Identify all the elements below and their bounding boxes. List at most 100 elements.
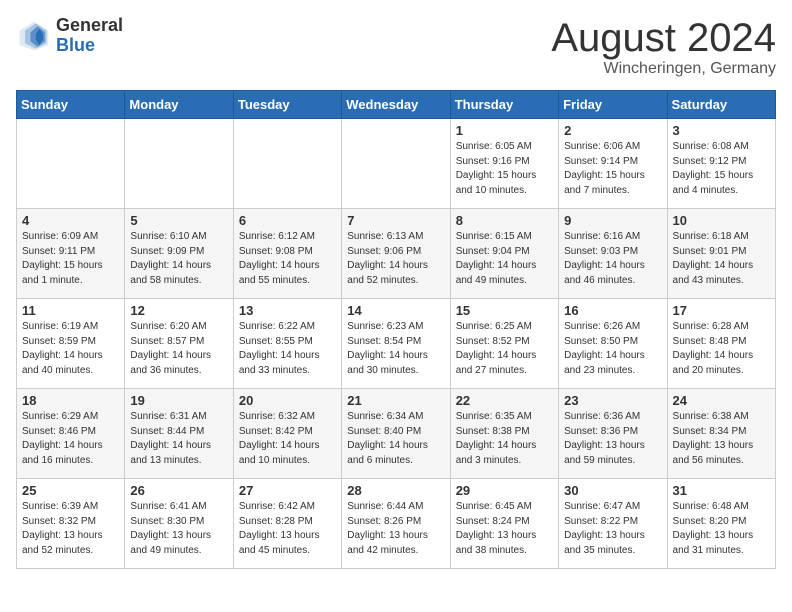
day-info: Sunrise: 6:34 AM Sunset: 8:40 PM Dayligh… — [347, 410, 444, 468]
location-text: Wincheringen, Germany — [551, 60, 776, 78]
calendar-day-cell: 10 Sunrise: 6:18 AM Sunset: 9:01 PM Dayli… — [667, 209, 775, 299]
day-number: 3 — [673, 123, 770, 138]
calendar-week-row: 1 Sunrise: 6:05 AM Sunset: 9:16 PM Daylig… — [17, 119, 776, 209]
day-number: 29 — [456, 483, 553, 498]
day-info: Sunrise: 6:28 AM Sunset: 8:48 PM Dayligh… — [673, 320, 770, 378]
day-number: 30 — [564, 483, 661, 498]
day-number: 14 — [347, 303, 444, 318]
day-number: 5 — [130, 213, 227, 228]
day-info: Sunrise: 6:42 AM Sunset: 8:28 PM Dayligh… — [239, 500, 336, 558]
day-number: 31 — [673, 483, 770, 498]
day-number: 16 — [564, 303, 661, 318]
calendar-day-cell: 31Sunrise: 6:48 AM Sunset: 8:20 PM Dayli… — [667, 479, 775, 569]
day-info: Sunrise: 6:38 AM Sunset: 8:34 PM Dayligh… — [673, 410, 770, 468]
calendar-day-cell: 29 Sunrise: 6:45 AM Sunset: 8:24 PM Dayli… — [450, 479, 558, 569]
day-number: 21 — [347, 393, 444, 408]
weekday-header: Tuesday — [233, 91, 341, 119]
day-number: 15 — [456, 303, 553, 318]
calendar-day-cell: 30 Sunrise: 6:47 AM Sunset: 8:22 PM Dayli… — [559, 479, 667, 569]
day-number: 13 — [239, 303, 336, 318]
day-info: Sunrise: 6:13 AM Sunset: 9:06 PM Dayligh… — [347, 230, 444, 288]
day-info: Sunrise: 6:25 AM Sunset: 8:52 PM Dayligh… — [456, 320, 553, 378]
calendar-day-cell: 24 Sunrise: 6:38 AM Sunset: 8:34 PM Dayli… — [667, 389, 775, 479]
day-info: Sunrise: 6:35 AM Sunset: 8:38 PM Dayligh… — [456, 410, 553, 468]
weekday-header: Monday — [125, 91, 233, 119]
day-info: Sunrise: 6:45 AM Sunset: 8:24 PM Dayligh… — [456, 500, 553, 558]
logo-blue-text: Blue — [56, 36, 123, 56]
calendar-day-cell: 26 Sunrise: 6:41 AM Sunset: 8:30 PM Dayli… — [125, 479, 233, 569]
calendar-day-cell: 16 Sunrise: 6:26 AM Sunset: 8:50 PM Dayli… — [559, 299, 667, 389]
calendar-day-cell — [233, 119, 341, 209]
calendar-day-cell: 13 Sunrise: 6:22 AM Sunset: 8:55 PM Dayli… — [233, 299, 341, 389]
weekday-header: Sunday — [17, 91, 125, 119]
calendar-day-cell: 11 Sunrise: 6:19 AM Sunset: 8:59 PM Dayli… — [17, 299, 125, 389]
day-number: 26 — [130, 483, 227, 498]
calendar-day-cell — [342, 119, 450, 209]
day-info: Sunrise: 6:05 AM Sunset: 9:16 PM Dayligh… — [456, 140, 553, 198]
day-info: Sunrise: 6:12 AM Sunset: 9:08 PM Dayligh… — [239, 230, 336, 288]
calendar-day-cell: 25Sunrise: 6:39 AM Sunset: 8:32 PM Dayli… — [17, 479, 125, 569]
calendar-day-cell: 3 Sunrise: 6:08 AM Sunset: 9:12 PM Daylig… — [667, 119, 775, 209]
day-info: Sunrise: 6:10 AM Sunset: 9:09 PM Dayligh… — [130, 230, 227, 288]
logo-icon — [16, 18, 52, 54]
calendar-day-cell: 20 Sunrise: 6:32 AM Sunset: 8:42 PM Dayli… — [233, 389, 341, 479]
day-number: 24 — [673, 393, 770, 408]
day-number: 20 — [239, 393, 336, 408]
day-number: 6 — [239, 213, 336, 228]
logo-general-text: General — [56, 16, 123, 36]
calendar-day-cell: 7Sunrise: 6:13 AM Sunset: 9:06 PM Daylig… — [342, 209, 450, 299]
day-info: Sunrise: 6:29 AM Sunset: 8:46 PM Dayligh… — [22, 410, 119, 468]
calendar-day-cell: 14 Sunrise: 6:23 AM Sunset: 8:54 PM Dayli… — [342, 299, 450, 389]
day-info: Sunrise: 6:22 AM Sunset: 8:55 PM Dayligh… — [239, 320, 336, 378]
calendar-day-cell: 27Sunrise: 6:42 AM Sunset: 8:28 PM Dayli… — [233, 479, 341, 569]
calendar-day-cell: 17 Sunrise: 6:28 AM Sunset: 8:48 PM Dayli… — [667, 299, 775, 389]
calendar-day-cell: 1 Sunrise: 6:05 AM Sunset: 9:16 PM Daylig… — [450, 119, 558, 209]
calendar-day-cell — [125, 119, 233, 209]
weekday-header: Saturday — [667, 91, 775, 119]
calendar-day-cell: 2Sunrise: 6:06 AM Sunset: 9:14 PM Daylig… — [559, 119, 667, 209]
calendar-day-cell: 6 Sunrise: 6:12 AM Sunset: 9:08 PM Daylig… — [233, 209, 341, 299]
day-info: Sunrise: 6:39 AM Sunset: 8:32 PM Dayligh… — [22, 500, 119, 558]
day-info: Sunrise: 6:36 AM Sunset: 8:36 PM Dayligh… — [564, 410, 661, 468]
day-number: 28 — [347, 483, 444, 498]
day-info: Sunrise: 6:18 AM Sunset: 9:01 PM Dayligh… — [673, 230, 770, 288]
calendar-day-cell: 9Sunrise: 6:16 AM Sunset: 9:03 PM Daylig… — [559, 209, 667, 299]
day-info: Sunrise: 6:47 AM Sunset: 8:22 PM Dayligh… — [564, 500, 661, 558]
day-number: 11 — [22, 303, 119, 318]
day-number: 18 — [22, 393, 119, 408]
calendar-week-row: 11 Sunrise: 6:19 AM Sunset: 8:59 PM Dayli… — [17, 299, 776, 389]
calendar-day-cell: 4 Sunrise: 6:09 AM Sunset: 9:11 PM Daylig… — [17, 209, 125, 299]
weekday-header: Friday — [559, 91, 667, 119]
day-info: Sunrise: 6:32 AM Sunset: 8:42 PM Dayligh… — [239, 410, 336, 468]
calendar-day-cell: 18 Sunrise: 6:29 AM Sunset: 8:46 PM Dayli… — [17, 389, 125, 479]
day-info: Sunrise: 6:09 AM Sunset: 9:11 PM Dayligh… — [22, 230, 119, 288]
calendar-day-cell: 21 Sunrise: 6:34 AM Sunset: 8:40 PM Dayli… — [342, 389, 450, 479]
day-number: 19 — [130, 393, 227, 408]
day-number: 10 — [673, 213, 770, 228]
day-number: 8 — [456, 213, 553, 228]
day-number: 1 — [456, 123, 553, 138]
day-info: Sunrise: 6:23 AM Sunset: 8:54 PM Dayligh… — [347, 320, 444, 378]
calendar-week-row: 18 Sunrise: 6:29 AM Sunset: 8:46 PM Dayli… — [17, 389, 776, 479]
day-info: Sunrise: 6:41 AM Sunset: 8:30 PM Dayligh… — [130, 500, 227, 558]
day-info: Sunrise: 6:26 AM Sunset: 8:50 PM Dayligh… — [564, 320, 661, 378]
calendar-day-cell: 15 Sunrise: 6:25 AM Sunset: 8:52 PM Dayli… — [450, 299, 558, 389]
page-header: General Blue August 2024 Wincheringen, G… — [16, 16, 776, 78]
day-info: Sunrise: 6:19 AM Sunset: 8:59 PM Dayligh… — [22, 320, 119, 378]
weekday-header: Thursday — [450, 91, 558, 119]
calendar-day-cell: 23 Sunrise: 6:36 AM Sunset: 8:36 PM Dayli… — [559, 389, 667, 479]
day-info: Sunrise: 6:20 AM Sunset: 8:57 PM Dayligh… — [130, 320, 227, 378]
day-info: Sunrise: 6:08 AM Sunset: 9:12 PM Dayligh… — [673, 140, 770, 198]
calendar-day-cell — [17, 119, 125, 209]
day-number: 4 — [22, 213, 119, 228]
calendar-day-cell: 28Sunrise: 6:44 AM Sunset: 8:26 PM Dayli… — [342, 479, 450, 569]
day-number: 23 — [564, 393, 661, 408]
calendar-day-cell: 19Sunrise: 6:31 AM Sunset: 8:44 PM Dayli… — [125, 389, 233, 479]
weekday-header: Wednesday — [342, 91, 450, 119]
weekday-header-row: SundayMondayTuesdayWednesdayThursdayFrid… — [17, 91, 776, 119]
day-number: 9 — [564, 213, 661, 228]
calendar-week-row: 4 Sunrise: 6:09 AM Sunset: 9:11 PM Daylig… — [17, 209, 776, 299]
day-info: Sunrise: 6:06 AM Sunset: 9:14 PM Dayligh… — [564, 140, 661, 198]
day-number: 17 — [673, 303, 770, 318]
calendar-week-row: 25Sunrise: 6:39 AM Sunset: 8:32 PM Dayli… — [17, 479, 776, 569]
